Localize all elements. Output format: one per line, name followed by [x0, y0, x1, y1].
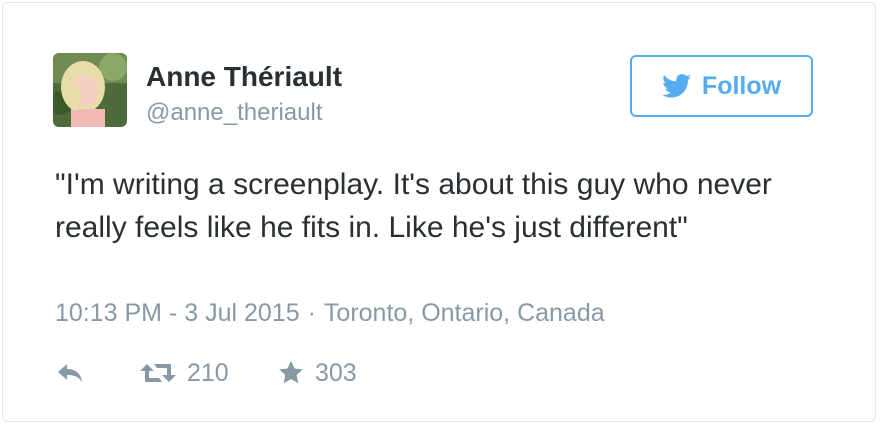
- reply-button[interactable]: [55, 353, 85, 393]
- favorite-button[interactable]: 303: [277, 353, 357, 393]
- follow-button-label: Follow: [701, 71, 782, 100]
- reply-icon: [55, 362, 85, 384]
- author-handle[interactable]: @anne_theriault: [146, 99, 322, 127]
- avatar[interactable]: [53, 53, 127, 127]
- meta-separator: ·: [307, 299, 316, 327]
- favorite-count: 303: [315, 358, 357, 387]
- follow-button[interactable]: Follow: [630, 55, 813, 117]
- tweet-text: "I'm writing a screenplay. It's about th…: [55, 168, 772, 244]
- retweet-button[interactable]: 210: [139, 353, 229, 393]
- retweet-icon: [139, 361, 177, 385]
- retweet-count: 210: [187, 358, 229, 387]
- avatar-image: [53, 53, 127, 127]
- tweet-meta: 10:13 PM - 3 Jul 2015 · Toronto, Ontario, …: [55, 299, 605, 328]
- tweet-card: Anne Thériault @anne_theriault Follow "I…: [2, 2, 876, 422]
- author-display-name[interactable]: Anne Thériault: [146, 61, 342, 93]
- tweet-location[interactable]: Toronto, Ontario, Canada: [324, 299, 605, 327]
- twitter-bird-icon: [662, 74, 692, 98]
- star-icon: [277, 360, 305, 386]
- tweet-timestamp[interactable]: 10:13 PM - 3 Jul 2015: [55, 299, 300, 327]
